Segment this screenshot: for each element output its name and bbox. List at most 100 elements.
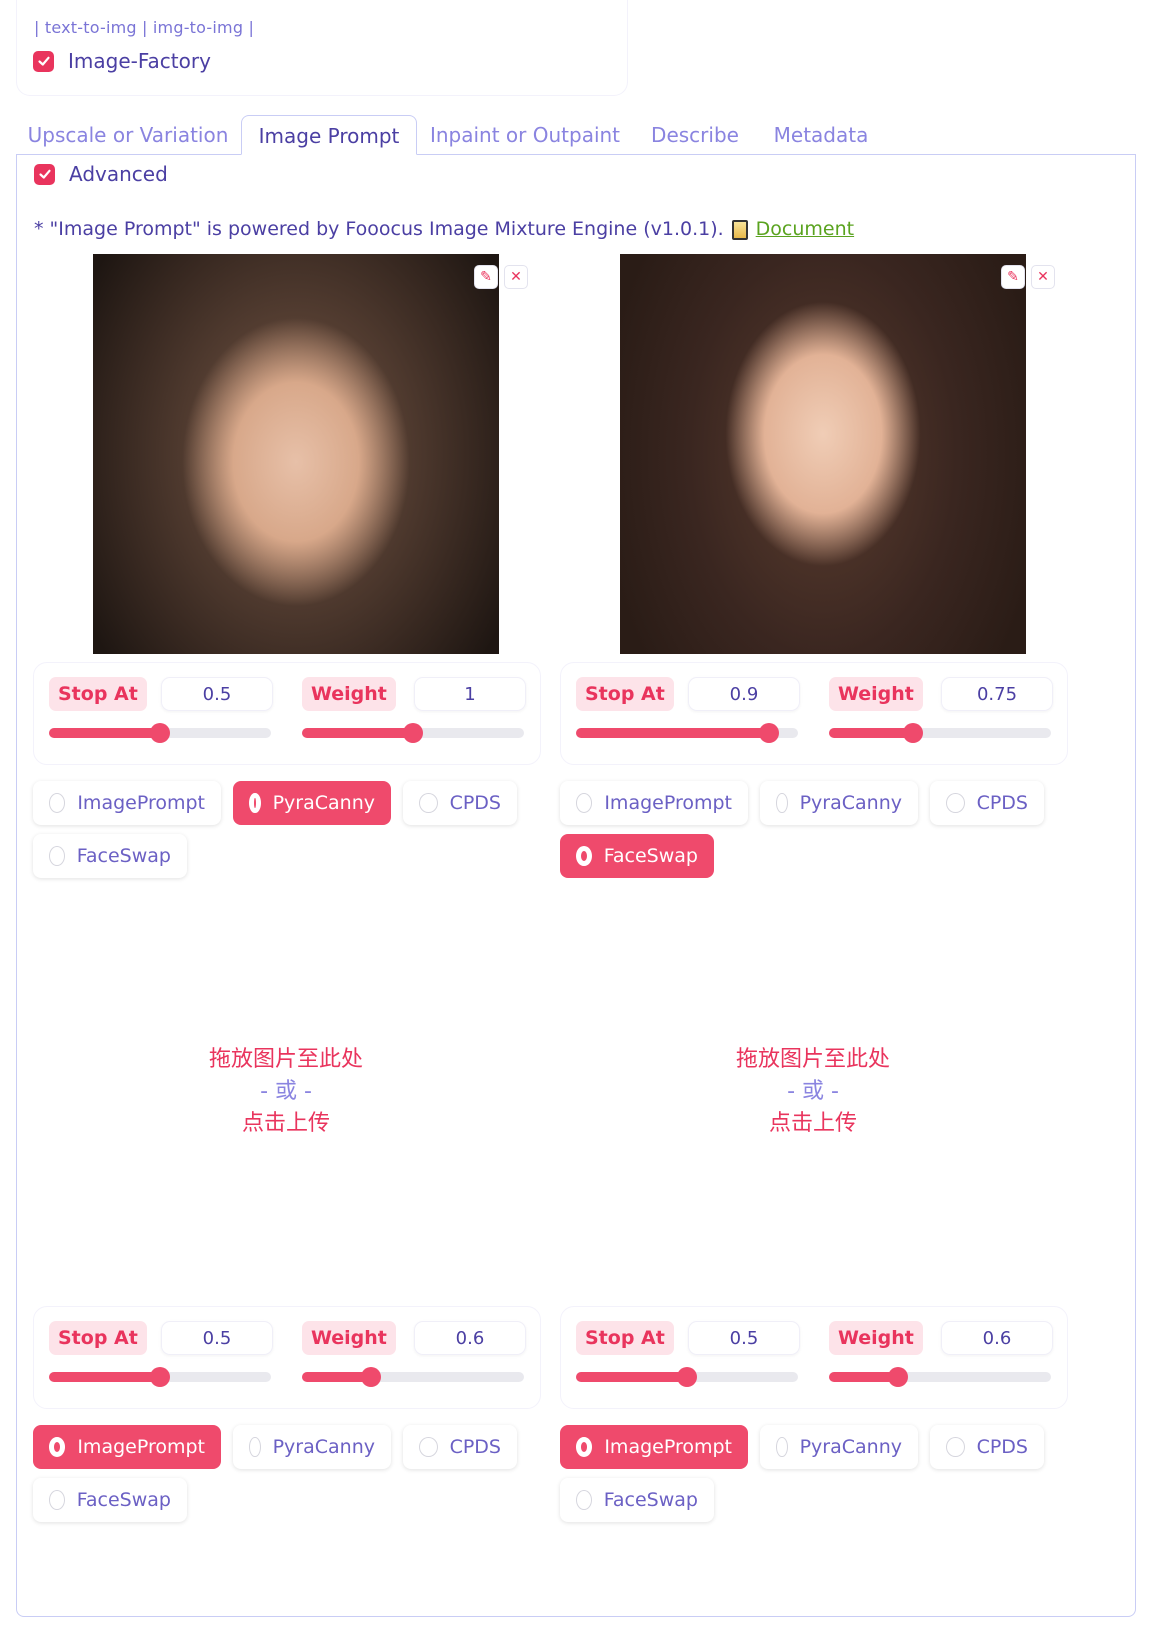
weight-label: Weight [302, 1321, 396, 1355]
radio-imageprompt[interactable]: ImagePrompt [33, 781, 221, 825]
radio-dot [49, 1490, 65, 1510]
image-factory-label: Image-Factory [68, 49, 211, 73]
dropzone-drop-text: 拖放图片至此处 [208, 1047, 363, 1072]
radio-dot [946, 1437, 965, 1457]
uploaded-image-1 [93, 254, 499, 654]
radio-pyracanny[interactable]: PyraCanny [233, 1425, 391, 1469]
slider-card-2: Stop At 0.9 Weight 0.75 [560, 662, 1068, 765]
stop-at-slider[interactable] [49, 1367, 271, 1387]
mode-links[interactable]: | text-to-img | img-to-img | [34, 18, 254, 37]
stop-at-value[interactable]: 0.9 [688, 677, 800, 711]
edit-icon[interactable]: ✎ [474, 265, 498, 289]
weight-value[interactable]: 1 [414, 677, 526, 711]
radio-cpds[interactable]: CPDS [403, 781, 517, 825]
slider-thumb[interactable] [360, 1367, 381, 1387]
checkmark-icon [37, 56, 50, 66]
radio-dot [49, 1437, 66, 1457]
radio-dot [946, 793, 965, 813]
radio-pyracanny[interactable]: PyraCanny [233, 781, 391, 825]
weight-value[interactable]: 0.6 [414, 1321, 526, 1355]
stop-at-slider[interactable] [576, 1367, 798, 1387]
close-icon[interactable]: ✕ [1031, 265, 1055, 289]
stop-at-slider[interactable] [576, 723, 798, 743]
slider-card-4: Stop At 0.5 Weight 0.6 [560, 1306, 1068, 1409]
weight-label: Weight [829, 1321, 923, 1355]
radio-imageprompt[interactable]: ImagePrompt [560, 1425, 748, 1469]
tab-image-prompt[interactable]: Image Prompt [241, 115, 417, 155]
radio-dot [49, 846, 65, 866]
slider-thumb[interactable] [677, 1367, 697, 1387]
stop-at-value[interactable]: 0.5 [161, 1321, 273, 1355]
radio-dot [576, 846, 592, 866]
radio-pyracanny[interactable]: PyraCanny [760, 1425, 918, 1469]
image-factory-checkbox-row[interactable]: Image-Factory [33, 49, 211, 73]
weight-value[interactable]: 0.75 [941, 677, 1053, 711]
radio-pyracanny[interactable]: PyraCanny [760, 781, 918, 825]
radio-cpds[interactable]: CPDS [930, 781, 1044, 825]
weight-slider[interactable] [302, 1367, 524, 1387]
image-upload-2[interactable]: ✎ ✕ [560, 246, 1100, 654]
radio-cpds[interactable]: CPDS [403, 1425, 517, 1469]
radio-faceswap[interactable]: FaceSwap [560, 1478, 714, 1522]
slider-card-3: Stop At 0.5 Weight 0.6 [33, 1306, 541, 1409]
radio-faceswap[interactable]: FaceSwap [33, 834, 187, 878]
checkmark-icon [38, 169, 51, 179]
radio-dot [576, 1437, 593, 1457]
stop-at-value[interactable]: 0.5 [161, 677, 273, 711]
image-upload-1[interactable]: ✎ ✕ [33, 246, 573, 654]
slider-thumb[interactable] [150, 1367, 170, 1387]
dropzone-or-text: - 或 - [260, 1079, 312, 1104]
radio-dot [776, 793, 788, 813]
weight-slider[interactable] [829, 723, 1051, 743]
slider-card-1: Stop At 0.5 Weight 1 [33, 662, 541, 765]
slider-thumb[interactable] [403, 723, 423, 743]
dropzone-drop-text: 拖放图片至此处 [735, 1047, 890, 1072]
image-prompt-note: * "Image Prompt" is powered by Fooocus I… [34, 218, 854, 240]
dropzone-or-text: - 或 - [787, 1079, 839, 1104]
radio-imageprompt[interactable]: ImagePrompt [33, 1425, 221, 1469]
slider-thumb[interactable] [903, 723, 924, 743]
stop-at-label: Stop At [576, 677, 674, 711]
stop-at-label: Stop At [576, 1321, 674, 1355]
tab-describe[interactable]: Describe [640, 115, 750, 155]
tab-metadata[interactable]: Metadata [760, 115, 882, 155]
radio-cpds[interactable]: CPDS [930, 1425, 1044, 1469]
radio-faceswap[interactable]: FaceSwap [33, 1478, 187, 1522]
dropzone-upload-text: 点击上传 [768, 1111, 857, 1136]
document-icon [731, 220, 748, 240]
image-dropzone-3[interactable]: 拖放图片至此处 - 或 - 点击上传 [16, 888, 556, 1296]
radio-faceswap[interactable]: FaceSwap [560, 834, 714, 878]
radio-dot [776, 1437, 788, 1457]
note-text: * "Image Prompt" is powered by Fooocus I… [34, 218, 724, 240]
image-dropzone-4[interactable]: 拖放图片至此处 - 或 - 点击上传 [543, 888, 1083, 1296]
top-block [16, 0, 628, 96]
document-link[interactable]: Document [756, 218, 854, 240]
weight-label: Weight [829, 677, 923, 711]
radio-dot [576, 1490, 592, 1510]
radio-dot [419, 793, 438, 813]
advanced-checkbox-row[interactable]: Advanced [34, 162, 168, 186]
weight-value[interactable]: 0.6 [941, 1321, 1053, 1355]
tab-bar: Upscale or Variation Image Prompt Inpain… [16, 115, 1136, 155]
radio-dot [576, 793, 593, 813]
radio-dot [249, 793, 261, 813]
stop-at-label: Stop At [49, 677, 147, 711]
uploaded-image-2 [620, 254, 1026, 654]
weight-slider[interactable] [302, 723, 524, 743]
tab-inpaint-or-outpaint[interactable]: Inpaint or Outpaint [420, 115, 630, 155]
stop-at-value[interactable]: 0.5 [688, 1321, 800, 1355]
stop-at-slider[interactable] [49, 723, 271, 743]
weight-slider[interactable] [829, 1367, 1051, 1387]
edit-icon[interactable]: ✎ [1001, 265, 1025, 289]
weight-label: Weight [302, 677, 396, 711]
radio-imageprompt[interactable]: ImagePrompt [560, 781, 748, 825]
slider-thumb[interactable] [150, 723, 170, 743]
slider-thumb[interactable] [887, 1367, 908, 1387]
close-icon[interactable]: ✕ [504, 265, 528, 289]
advanced-label: Advanced [69, 162, 168, 186]
image-factory-checkbox[interactable] [33, 50, 54, 72]
tab-upscale-or-variation[interactable]: Upscale or Variation [20, 115, 236, 155]
advanced-checkbox[interactable] [34, 163, 55, 185]
radio-dot [49, 793, 66, 813]
slider-thumb[interactable] [759, 723, 780, 743]
